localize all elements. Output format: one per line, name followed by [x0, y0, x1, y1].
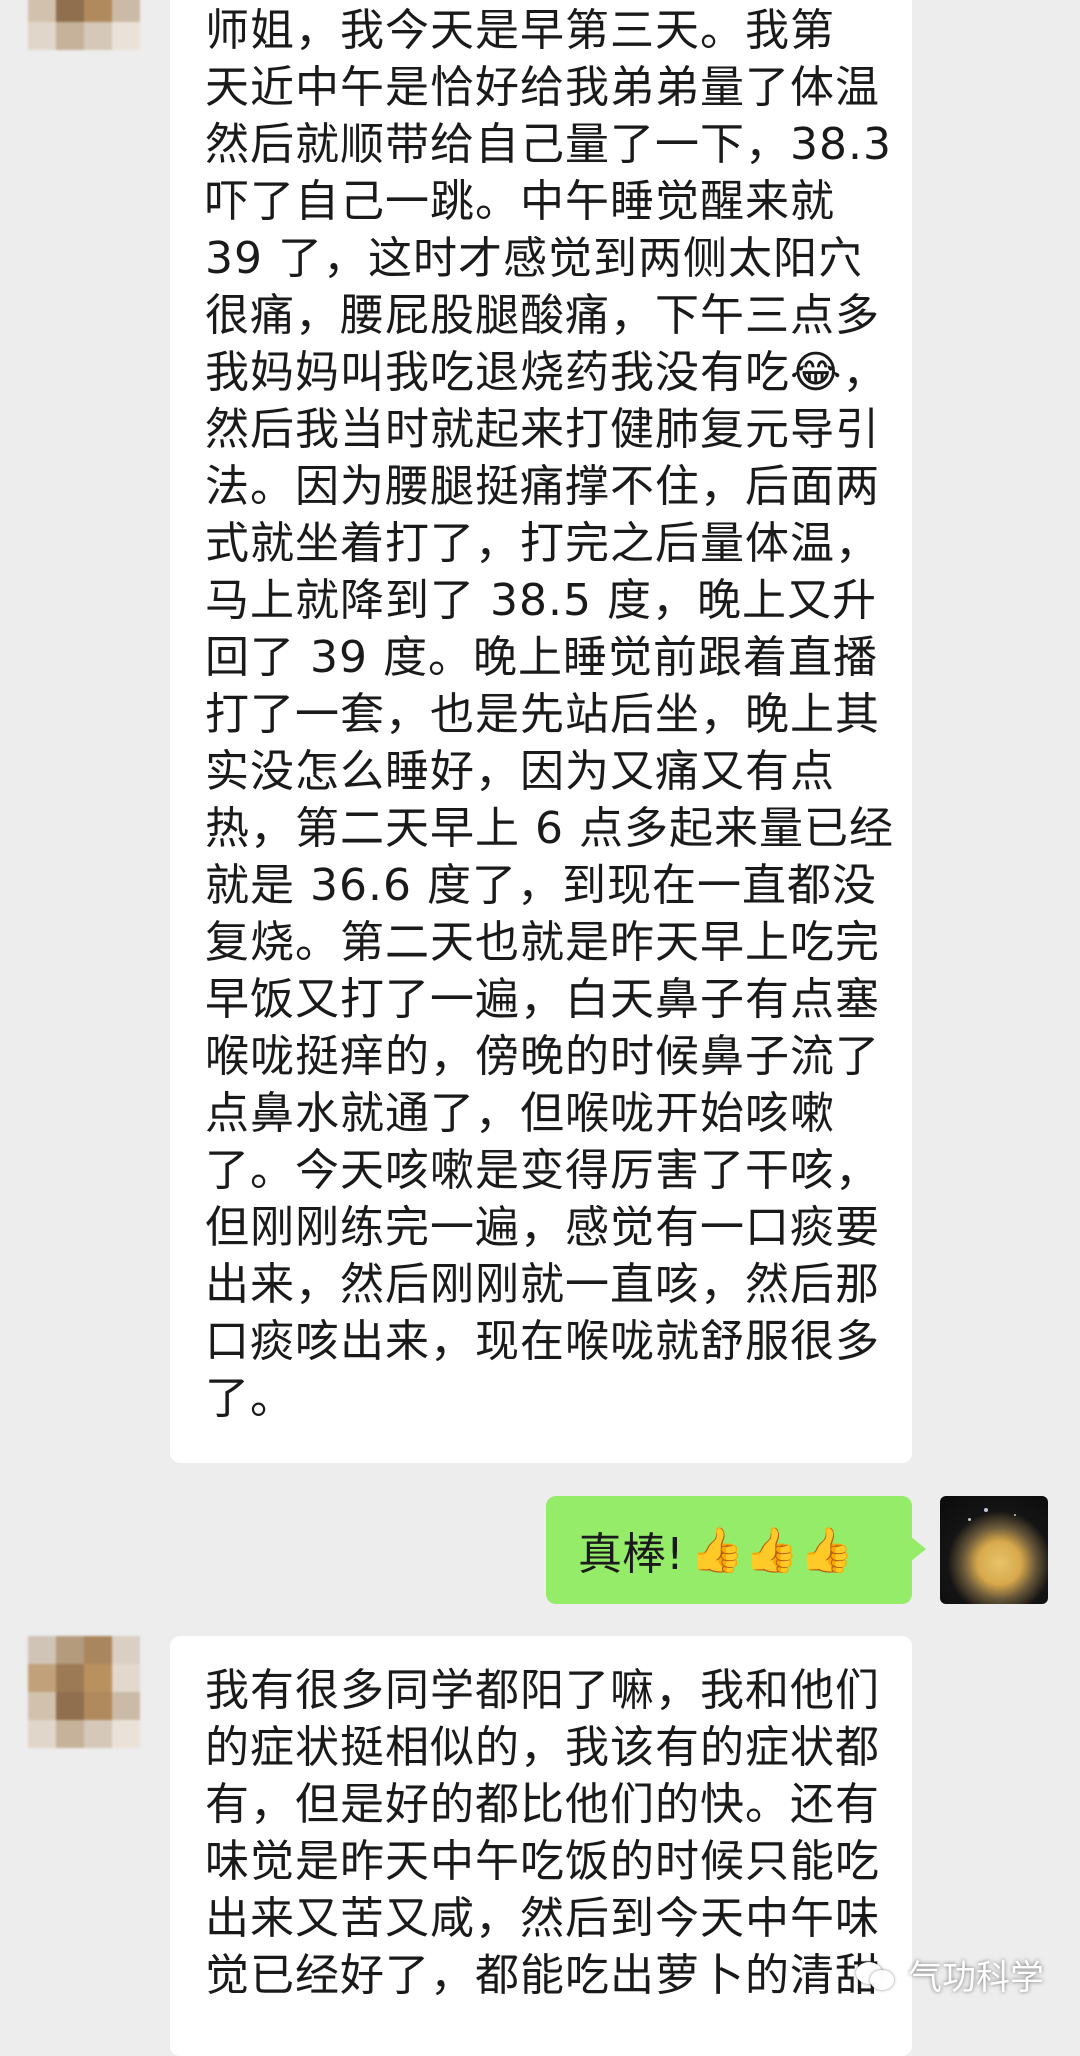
watermark-text: 气功科学 — [908, 1958, 1044, 1998]
own-avatar[interactable] — [940, 1496, 1048, 1604]
message-line: 但刚刚练完一遍，感觉有一口痰要 — [205, 1202, 880, 1253]
message-line: 早饭又打了一遍，白天鼻子有点塞 — [205, 974, 880, 1025]
contact-avatar-bottom[interactable] — [28, 1636, 140, 1748]
message-line: 口痰咳出来，现在喉咙就舒服很多 — [205, 1316, 880, 1367]
message-line: 了。今天咳嗽是变得厉害了干咳， — [205, 1145, 880, 1196]
message-line: 实没怎么睡好，因为又痛又有点 — [205, 746, 835, 797]
wechat-icon — [854, 1958, 898, 1992]
message-line: 喉咙挺痒的，傍晚的时候鼻子流了 — [205, 1031, 880, 1082]
message-line: 味觉是昨天中午吃饭的时候只能吃 — [205, 1836, 880, 1887]
message-line: 出来，然后刚刚就一直咳，然后那 — [205, 1259, 880, 1310]
contact-avatar-top[interactable] — [28, 0, 140, 50]
message-line: 了。 — [205, 1373, 295, 1424]
message-line: 有，但是好的都比他们的快。还有 — [205, 1779, 880, 1830]
message-line: 打了一套，也是先站后坐，晚上其 — [205, 689, 880, 740]
message-line: 39 了，这时才感觉到两侧太阳穴 — [205, 233, 863, 284]
message-text: 真棒! — [578, 1529, 684, 1580]
message-bubble-received: 师姐，我今天是早第三天。我第 天近中午是恰好给我弟弟量了体温 然后就顺带给自己量了一… — [170, 0, 912, 1463]
message-line: 点鼻水就通了，但喉咙开始咳嗽 — [205, 1088, 835, 1139]
message-line: 觉已经好了，都能吃出萝卜的清甜 — [205, 1950, 880, 2001]
message-line: 然后我当时就起来打健肺复元导引 — [205, 404, 880, 455]
message-line: 马上就降到了 38.5 度，晚上又升 — [205, 575, 877, 626]
message-line: 式就坐着打了，打完之后量体温， — [205, 518, 880, 569]
message-line: 就是 36.6 度了，到现在一直都没 — [205, 860, 877, 911]
message-bubble-sent: 真棒! 👍👍👍 — [546, 1496, 926, 1604]
message-line: 法。因为腰腿挺痛撑不住，后面两 — [205, 461, 880, 512]
message-line: 出来又苦又咸，然后到今天中午味 — [205, 1893, 880, 1944]
message-line: 我妈妈叫我吃退烧药我没有吃😂， — [205, 347, 888, 398]
message-bubble-received: 我有很多同学都阳了嘛，我和他们 的症状挺相似的，我该有的症状都 有，但是好的都比他们… — [170, 1636, 912, 2056]
message-line: 天近中午是恰好给我弟弟量了体温 — [205, 62, 880, 113]
thumbs-up-emoji: 👍👍👍 — [689, 1525, 854, 1576]
message-line: 的症状挺相似的，我该有的症状都 — [205, 1722, 880, 1773]
message-text: 我有很多同学都阳了嘛，我和他们 的症状挺相似的，我该有的症状都 有，但是好的都比他们… — [205, 1662, 912, 2004]
message-line: 回了 39 度。晚上睡觉前跟着直播 — [205, 632, 878, 683]
message-line: 热，第二天早上 6 点多起来量已经 — [205, 803, 894, 854]
message-line: 师姐，我今天是早第三天。我第 — [205, 5, 835, 56]
message-line: 很痛，腰屁股腿酸痛，下午三点多 — [205, 290, 880, 341]
message-line: 复烧。第二天也就是昨天早上吃完 — [205, 917, 880, 968]
message-text: 师姐，我今天是早第三天。我第 天近中午是恰好给我弟弟量了体温 然后就顺带给自己量了一… — [205, 2, 912, 1427]
message-line: 然后就顺带给自己量了一下，38.3 — [205, 119, 892, 170]
message-line: 我有很多同学都阳了嘛，我和他们 — [205, 1665, 880, 1716]
watermark: 气功科学 — [854, 1950, 1044, 1999]
message-line: 吓了自己一跳。中午睡觉醒来就 — [205, 176, 835, 227]
